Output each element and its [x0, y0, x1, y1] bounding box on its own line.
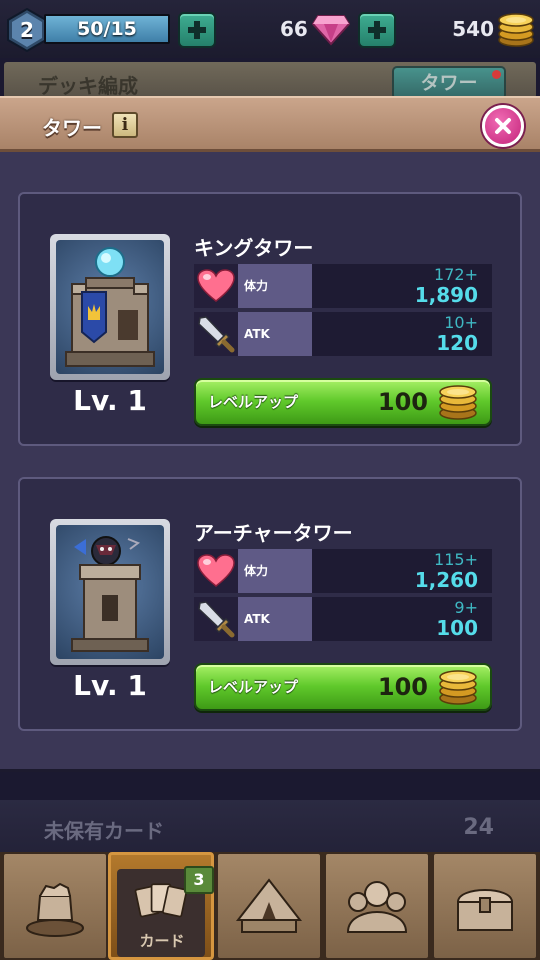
king-hp-row: 体力 172+ 1,890 [194, 264, 492, 308]
sword-icon [198, 316, 235, 353]
cards-badge: 3 [184, 866, 214, 894]
add-gems-button[interactable] [358, 12, 396, 48]
stamina-bar: 50/15 [44, 14, 170, 44]
close-icon [495, 118, 511, 134]
plus-icon [188, 21, 206, 39]
atk-value: 120 [436, 331, 478, 355]
hp-bonus: 172+ [434, 265, 478, 284]
chest-icon [456, 889, 514, 931]
hp-bonus: 115+ [434, 550, 478, 569]
archer-atk-row: ATK 9+ 100 [194, 597, 492, 641]
gem-icon [312, 15, 350, 46]
king-tower-portrait[interactable] [50, 234, 170, 380]
archer-tower-card: Lv. 1 アーチャータワー 体力 115+ 1,260 ATK 9+ 100 … [18, 477, 522, 731]
king-tower-level: Lv. 1 [73, 384, 147, 417]
levelup-label: レベルアップ [208, 678, 299, 696]
archer-tower-name: アーチャータワー [194, 521, 353, 545]
archer-tower-icon [71, 536, 149, 652]
cards-icon [134, 883, 188, 918]
fist-icon [26, 882, 84, 937]
player-level: 2 [20, 18, 34, 42]
plus-icon [368, 21, 386, 39]
tower-modal: タワー i Lv. 1 キングタワー 体力 172+ 1,890 ATK 10+… [0, 96, 540, 772]
archer-tower-portrait[interactable] [50, 519, 170, 665]
gold-coin-icon [439, 385, 477, 420]
levelup-cost: 100 [377, 388, 428, 416]
king-tower-icon [65, 247, 155, 367]
nav-tab-tent[interactable] [216, 852, 322, 960]
people-icon [346, 881, 408, 933]
levelup-cost: 100 [377, 673, 428, 701]
heart-icon [197, 554, 235, 587]
modal-header: タワー i [0, 96, 540, 152]
gold-coin-icon [498, 13, 534, 47]
atk-value: 100 [436, 616, 478, 640]
king-atk-row: ATK 10+ 120 [194, 312, 492, 356]
archer-tower-level: Lv. 1 [73, 669, 147, 702]
hp-label: 体力 [238, 549, 312, 593]
atk-label: ATK [238, 597, 312, 641]
gold-coin-icon [439, 670, 477, 705]
nav-tab-battle[interactable] [2, 852, 108, 960]
nav-tab-shop[interactable] [432, 852, 538, 960]
unowned-cards-label: 未保有カード [44, 819, 164, 843]
unowned-cards-count: 24 [463, 815, 494, 840]
hp-label: 体力 [238, 264, 312, 308]
heart-icon [197, 269, 235, 302]
king-tower-card: Lv. 1 キングタワー 体力 172+ 1,890 ATK 10+ 120 レ… [18, 192, 522, 446]
info-icon[interactable]: i [112, 112, 138, 138]
nav-tab-social[interactable] [324, 852, 430, 960]
atk-bonus: 9+ [454, 598, 478, 617]
add-stamina-button[interactable] [178, 12, 216, 48]
king-tower-name: キングタワー [194, 236, 314, 260]
levelup-label: レベルアップ [208, 393, 299, 411]
nav-cards-label: カード [139, 932, 185, 950]
modal-title: タワー [42, 116, 102, 140]
sword-icon [198, 601, 235, 638]
stamina-text: 50/15 [77, 18, 137, 40]
tent-icon [235, 878, 303, 933]
hp-value: 1,260 [414, 568, 478, 592]
gem-count: 66 [280, 17, 308, 41]
atk-label: ATK [238, 312, 312, 356]
gold-count: 540 [452, 17, 494, 41]
archer-tower-levelup-button[interactable]: レベルアップ 100 [194, 663, 492, 711]
hp-value: 1,890 [414, 283, 478, 307]
bottom-nav [0, 852, 540, 960]
king-tower-levelup-button[interactable]: レベルアップ 100 [194, 378, 492, 426]
archer-hp-row: 体力 115+ 1,260 [194, 549, 492, 593]
deck-tower-tab: タワー [392, 66, 506, 100]
notification-dot [492, 70, 501, 79]
atk-bonus: 10+ [444, 313, 478, 332]
top-status-bar: 2 50/15 66 540 [0, 0, 540, 58]
close-button[interactable] [482, 105, 524, 147]
deck-title: デッキ編成 [38, 74, 138, 98]
